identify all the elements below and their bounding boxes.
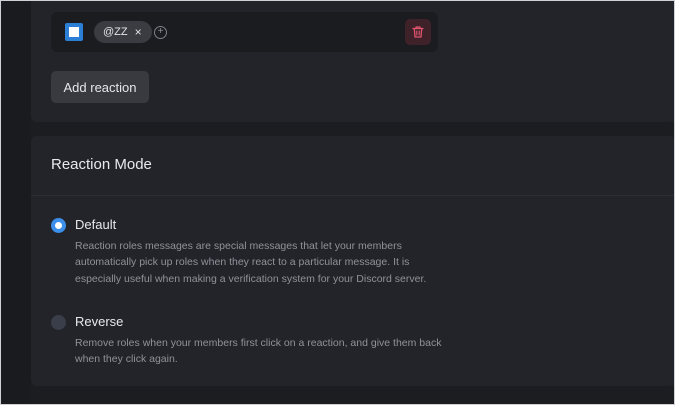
trash-icon	[412, 26, 424, 38]
reaction-row: @ZZ × +	[51, 12, 438, 52]
add-reaction-button[interactable]: Add reaction	[51, 71, 149, 103]
radio-default[interactable]	[51, 218, 66, 233]
left-gutter	[2, 1, 31, 404]
radio-reverse[interactable]	[51, 315, 66, 330]
emoji-icon[interactable]	[65, 23, 83, 41]
option-reverse-label: Reverse	[75, 314, 124, 329]
section-title: Reaction Mode	[51, 156, 152, 173]
reaction-mode-card: Reaction Mode Default Reaction roles mes…	[31, 136, 674, 386]
delete-reaction-button[interactable]	[405, 19, 431, 45]
add-role-icon[interactable]: +	[154, 26, 167, 39]
reaction-card: @ZZ × + Add reaction	[31, 1, 674, 122]
option-reverse-description: Remove roles when your members first cli…	[75, 337, 442, 366]
option-default-label: Default	[75, 217, 117, 232]
role-chip-label: @ZZ	[103, 26, 128, 38]
option-default-description: Reaction roles messages are special mess…	[75, 240, 427, 285]
app-frame: @ZZ × + Add reaction Reaction Mode Defau…	[0, 0, 675, 405]
remove-role-icon[interactable]: ×	[135, 26, 142, 38]
divider	[31, 195, 674, 196]
role-chip[interactable]: @ZZ ×	[94, 21, 152, 43]
